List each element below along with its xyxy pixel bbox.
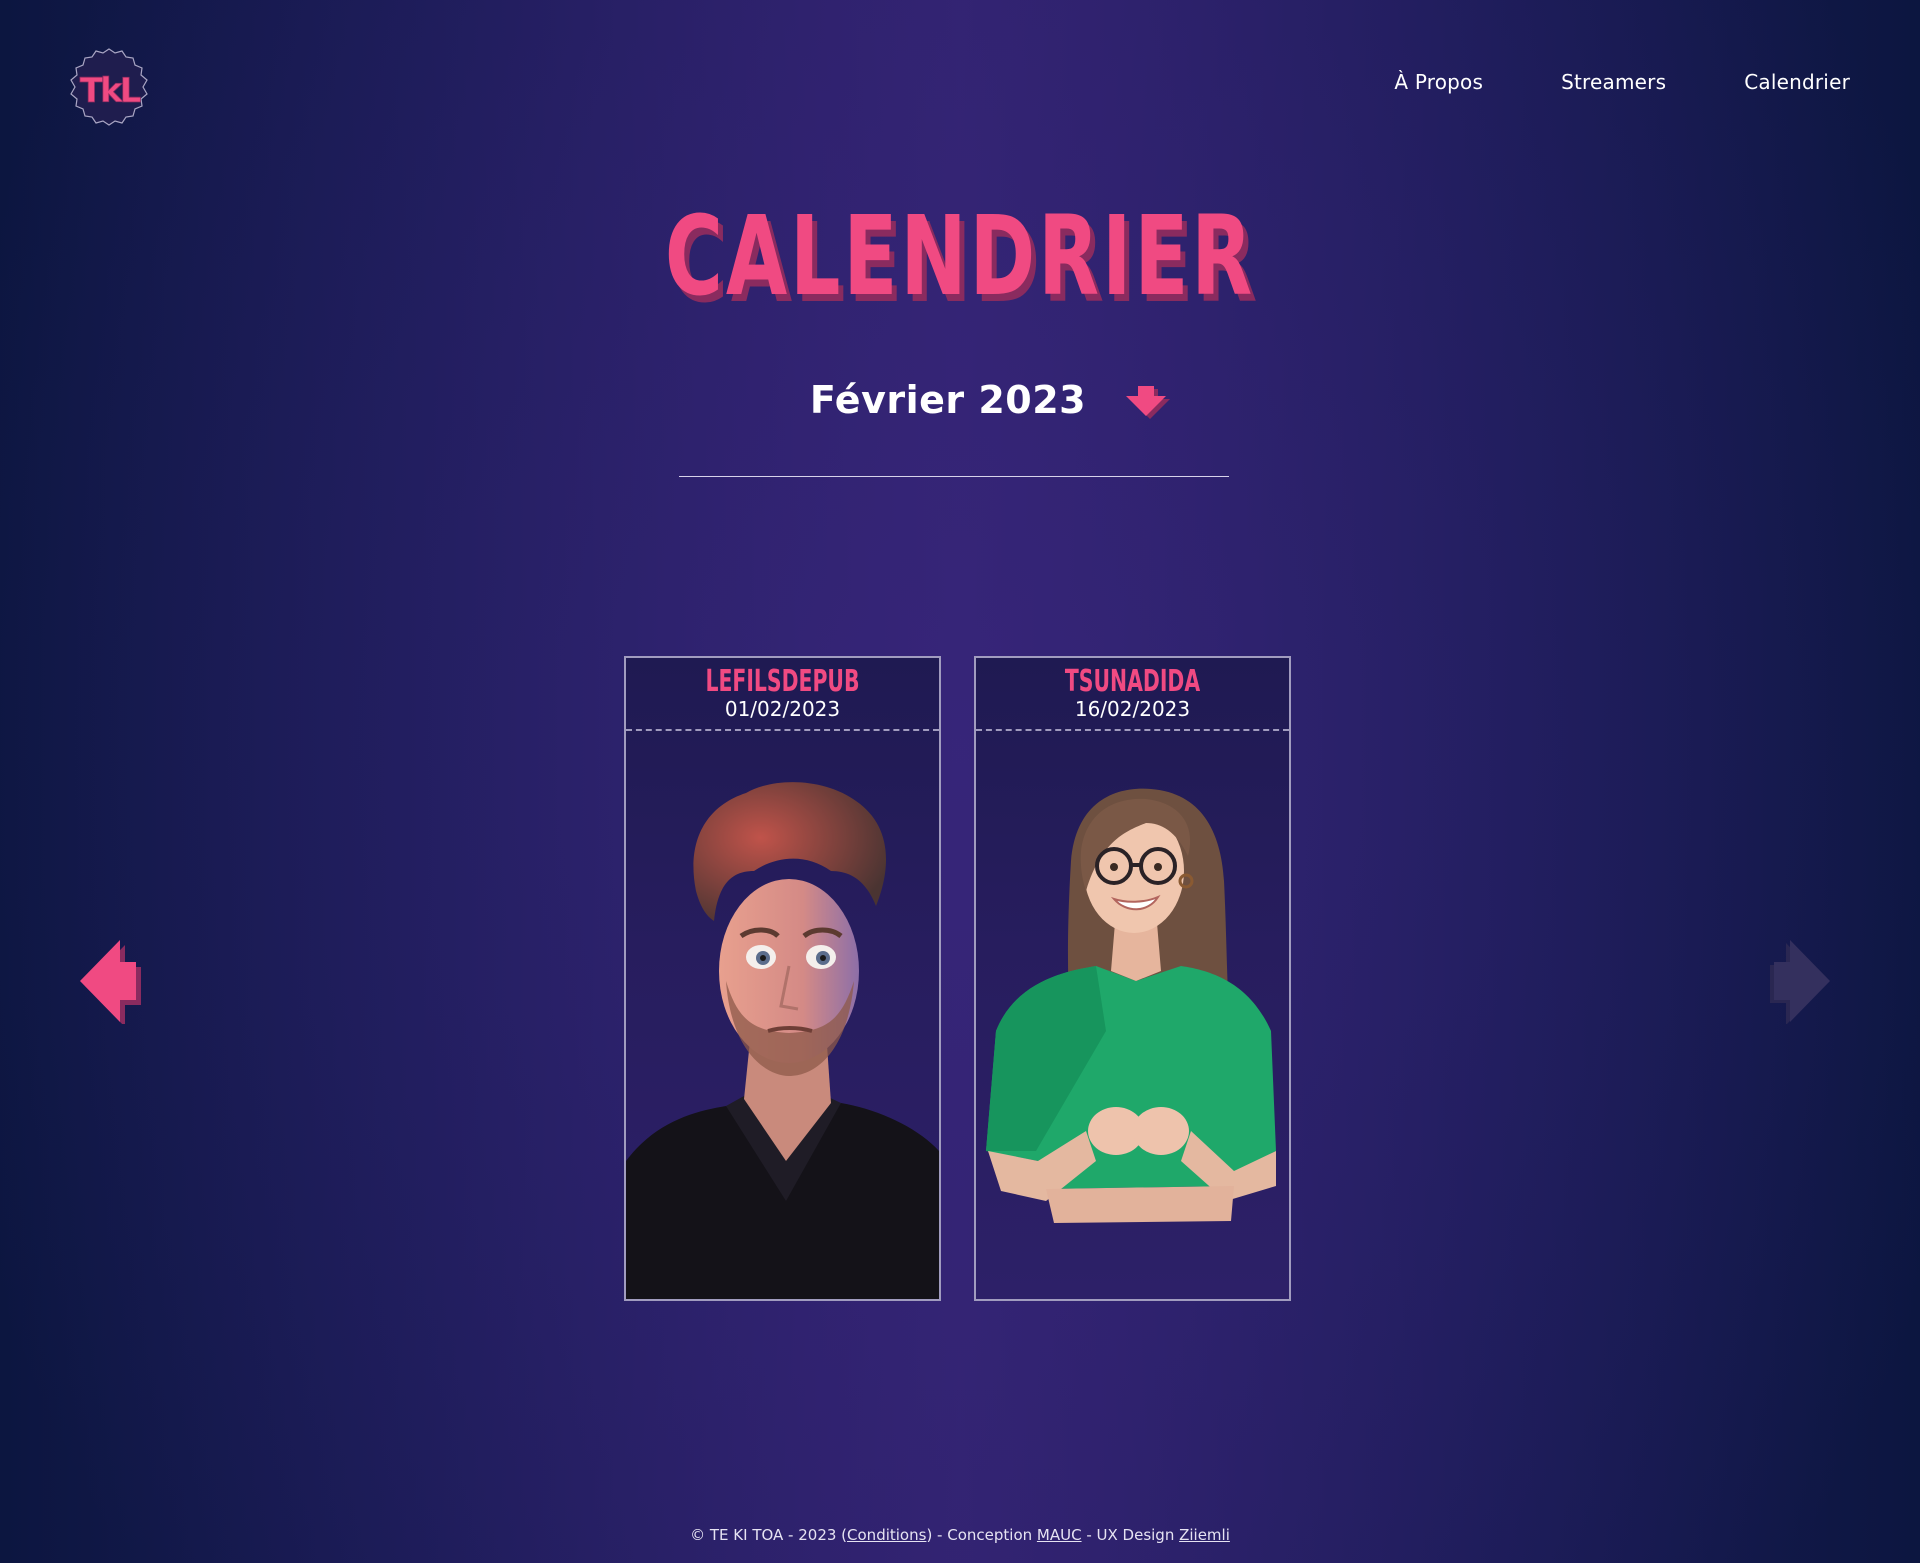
chevron-down-icon	[1126, 386, 1171, 419]
nav-link-a-propos[interactable]: À Propos	[1394, 70, 1483, 94]
nav-link-calendrier[interactable]: Calendrier	[1744, 70, 1850, 94]
streamer-photo	[986, 788, 1276, 1223]
streamer-photo	[626, 782, 939, 1299]
stream-date: 16/02/2023	[1074, 697, 1191, 721]
card-header: Tsunadida 16/02/2023	[976, 658, 1289, 731]
footer-link-ziiemli[interactable]: Ziiemli	[1179, 1526, 1230, 1544]
footer-text: ) - Conception	[926, 1526, 1037, 1544]
prev-month-button[interactable]	[78, 938, 148, 1027]
logo-text: TkL	[80, 71, 141, 111]
stream-date: 01/02/2023	[724, 697, 841, 721]
card-header: LeFilsDepub 01/02/2023	[626, 658, 939, 731]
month-dropdown-button[interactable]	[1120, 380, 1174, 420]
arrow-right-icon	[1770, 940, 1830, 1025]
arrow-left-icon	[80, 940, 141, 1027]
footer-text: - UX Design	[1081, 1526, 1180, 1544]
streamer-card[interactable]: Tsunadida 16/02/2023	[974, 656, 1291, 1301]
footer: © TE KI TOA - 2023 (Conditions) - Concep…	[0, 1526, 1920, 1544]
next-month-button[interactable]	[1762, 938, 1832, 1025]
streamer-card[interactable]: LeFilsDepub 01/02/2023	[624, 656, 941, 1301]
nav-link-streamers[interactable]: Streamers	[1561, 70, 1666, 94]
streamer-name: Tsunadida	[1064, 664, 1201, 699]
month-label: Février 2023	[809, 378, 1087, 422]
month-selector: Février 2023	[0, 378, 1920, 422]
footer-copyright: © TE KI TOA - 2023 (	[690, 1526, 848, 1544]
footer-link-conditions[interactable]: Conditions	[847, 1526, 926, 1544]
tkl-logo-icon: TkL	[70, 48, 148, 126]
page-title: Calendrier	[664, 192, 1256, 320]
footer-link-mauc[interactable]: MAUC	[1037, 1526, 1082, 1544]
site-logo[interactable]: TkL	[68, 46, 150, 128]
title-divider	[679, 476, 1229, 477]
main-nav: À Propos Streamers Calendrier	[1394, 70, 1850, 94]
streamer-name: LeFilsDepub	[705, 664, 860, 699]
